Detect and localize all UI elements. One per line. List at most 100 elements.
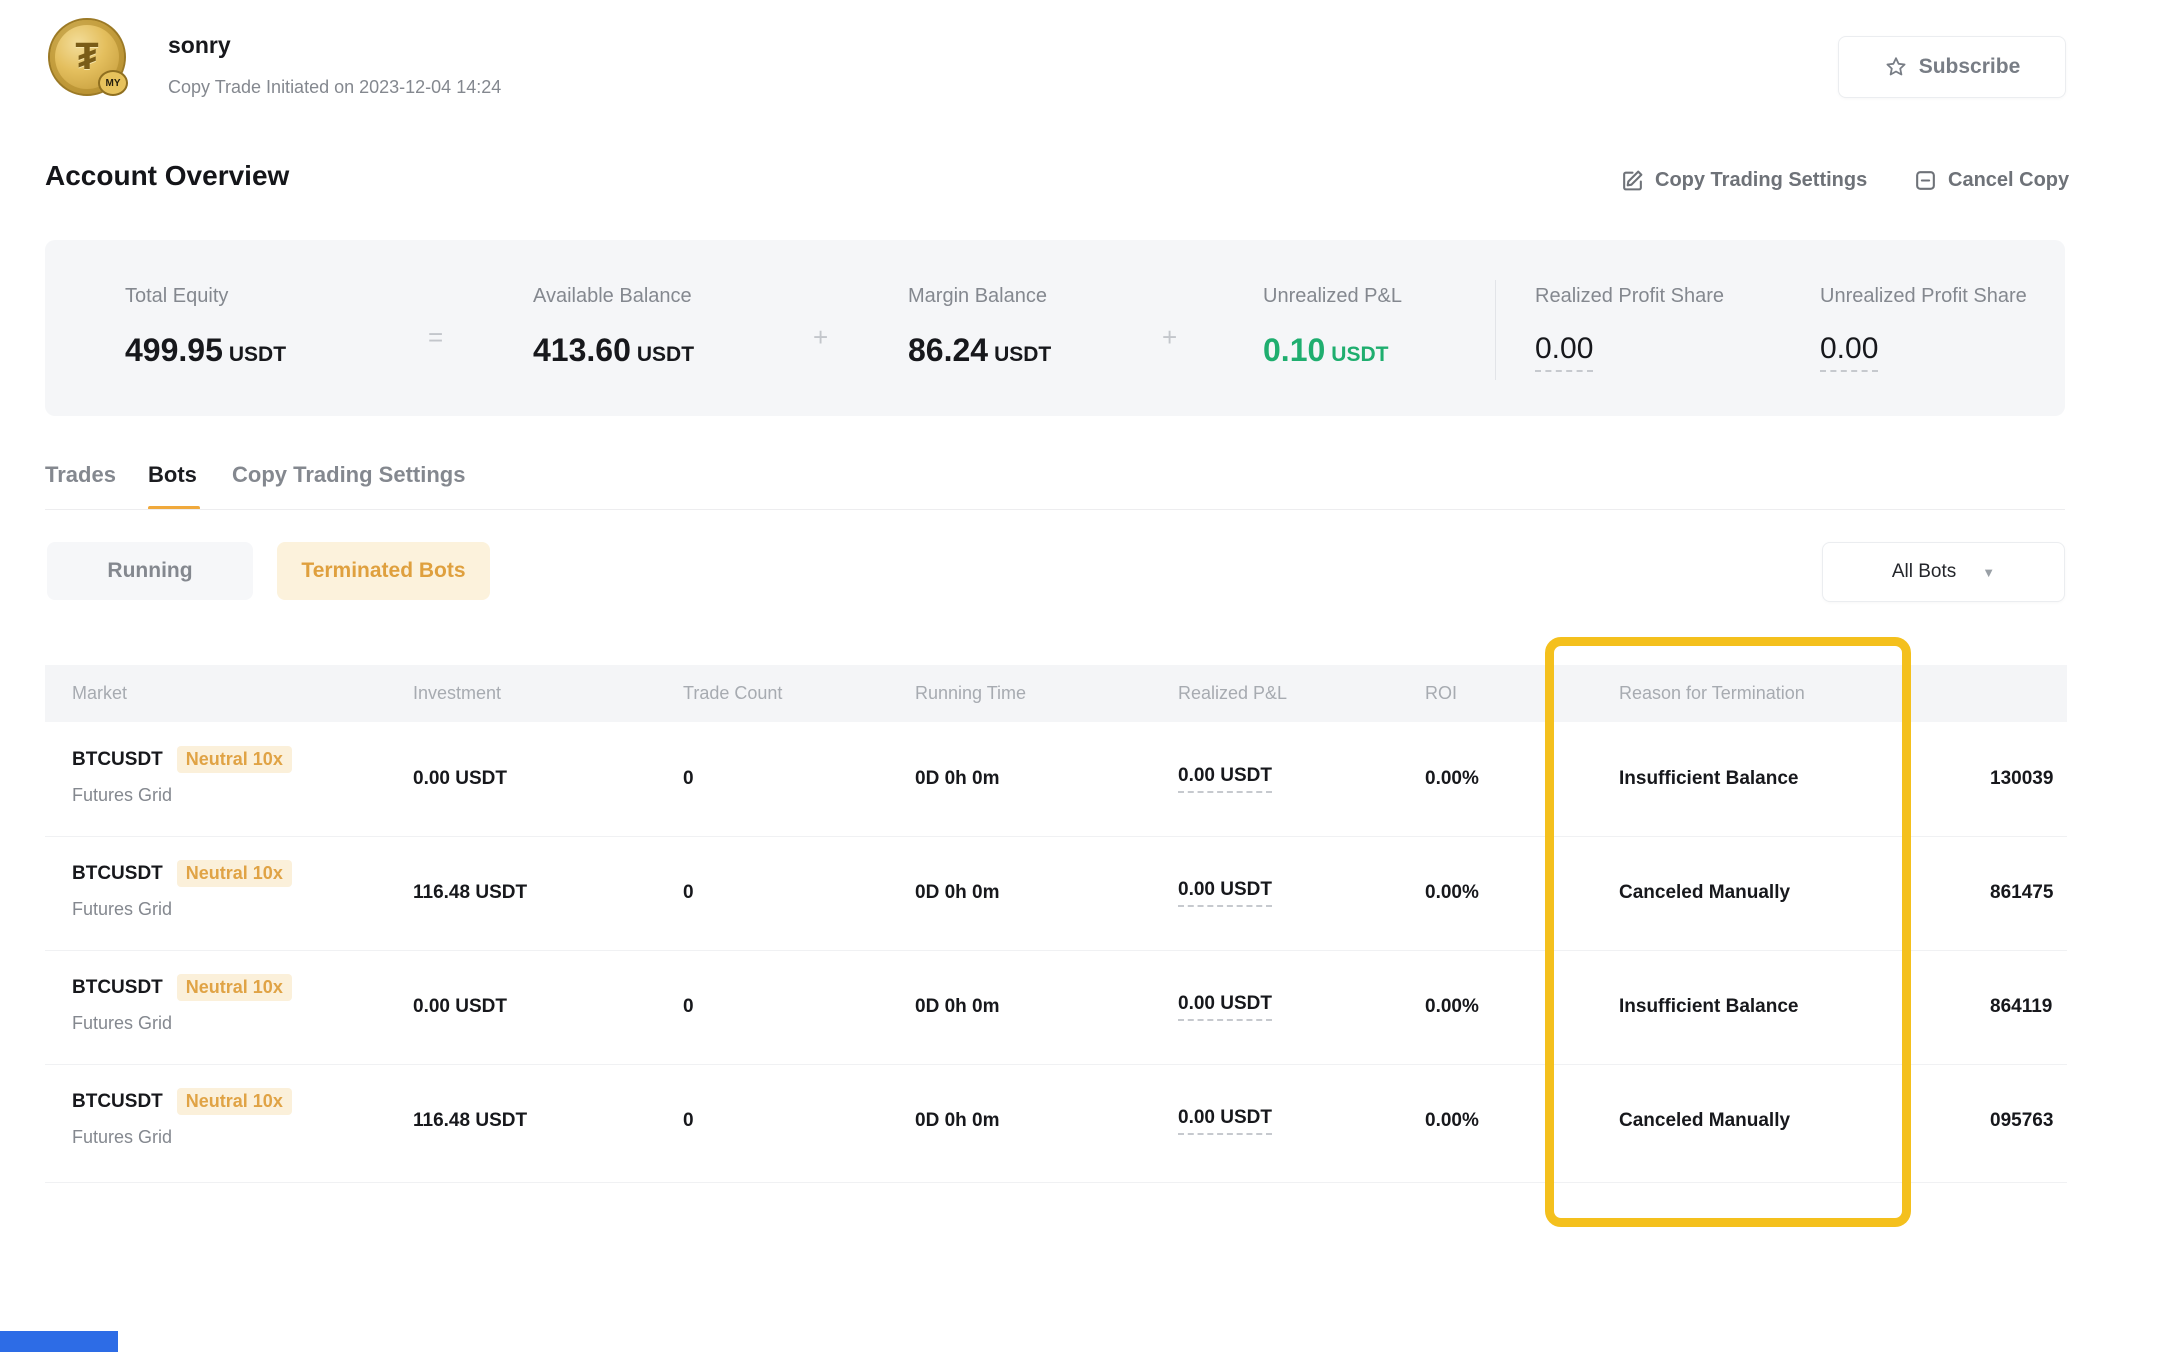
termination-reason-cell: Canceled Manually — [1619, 1064, 1790, 1178]
running-time-cell: 0D 0h 0m — [915, 836, 999, 950]
stat-value: 413.60 — [533, 332, 631, 368]
copy-trade-initiated-text: Copy Trade Initiated on 2023-12-04 14:24 — [168, 77, 501, 98]
realized-pnl-cell: 0.00 USDT — [1178, 836, 1272, 950]
col-investment: Investment — [413, 665, 501, 722]
leverage-badge: Neutral 10x — [177, 1088, 292, 1115]
tab-copy-trading-settings[interactable]: Copy Trading Settings — [232, 462, 465, 488]
market-symbol: BTCUSDT — [72, 749, 163, 771]
stat-value: 0.10 — [1263, 332, 1325, 368]
stat-label: Realized Profit Share — [1535, 285, 1724, 308]
tab-trades[interactable]: Trades — [45, 462, 116, 488]
minus-square-icon — [1913, 168, 1938, 193]
realized-pnl-cell: 0.00 USDT — [1178, 950, 1272, 1064]
stat-label: Unrealized P&L — [1263, 285, 1402, 308]
stat-value: 499.95 — [125, 332, 223, 368]
stat-unit: USDT — [229, 343, 286, 366]
leverage-badge: Neutral 10x — [177, 974, 292, 1001]
bot-type: Futures Grid — [72, 785, 172, 806]
bot-id-cell: 864119 — [1990, 950, 2067, 1064]
table-header-row: Market Investment Trade Count Running Ti… — [45, 665, 2067, 722]
roi-cell: 0.00% — [1425, 950, 1479, 1064]
col-reason: Reason for Termination — [1619, 665, 1805, 722]
termination-reason-cell: Insufficient Balance — [1619, 722, 1799, 836]
avatar-country-badge: MY — [98, 70, 128, 96]
stat-unit: USDT — [994, 343, 1051, 366]
stat-label: Available Balance — [533, 285, 692, 308]
stat-value: 0.00 — [1820, 332, 1878, 365]
table-row[interactable]: BTCUSDT Neutral 10x Futures Grid 116.48 … — [45, 836, 2067, 950]
stat-label: Total Equity — [125, 285, 228, 308]
stat-value: 86.24 — [908, 332, 988, 368]
table-row[interactable]: BTCUSDT Neutral 10x Futures Grid 0.00 US… — [45, 722, 2067, 836]
copy-trading-page: ₮ MY sonry Copy Trade Initiated on 2023-… — [0, 0, 2170, 1352]
stat-label: Unrealized Profit Share — [1820, 285, 2027, 308]
tab-bots[interactable]: Bots — [148, 462, 197, 488]
roi-cell: 0.00% — [1425, 722, 1479, 836]
tabs-divider — [45, 509, 2065, 510]
realized-pnl-cell: 0.00 USDT — [1178, 1064, 1272, 1178]
roi-cell: 0.00% — [1425, 1064, 1479, 1178]
copy-trading-settings-button[interactable]: Copy Trading Settings — [1620, 168, 1867, 193]
bot-id-cell: 130039 — [1990, 722, 2067, 836]
bot-id-cell: 095763 — [1990, 1064, 2067, 1178]
cancel-copy-button[interactable]: Cancel Copy — [1913, 168, 2069, 193]
bot-type: Futures Grid — [72, 1127, 172, 1148]
trade-count-cell: 0 — [683, 836, 694, 950]
investment-cell: 0.00 USDT — [413, 722, 507, 836]
bot-type: Futures Grid — [72, 1013, 172, 1034]
all-bots-dropdown[interactable]: All Bots ▼ — [1822, 542, 2065, 602]
stat-unit: USDT — [637, 343, 694, 366]
terminated-bots-filter-button[interactable]: Terminated Bots — [277, 542, 490, 600]
stat-unit: USDT — [1331, 343, 1388, 366]
stat-label: Margin Balance — [908, 285, 1047, 308]
realized-pnl-cell: 0.00 USDT — [1178, 722, 1272, 836]
leverage-badge: Neutral 10x — [177, 746, 292, 773]
table-row[interactable]: BTCUSDT Neutral 10x Futures Grid 116.48 … — [45, 1064, 2067, 1178]
col-roi: ROI — [1425, 665, 1457, 722]
chevron-down-icon: ▼ — [1982, 565, 1995, 580]
investment-cell: 116.48 USDT — [413, 1064, 527, 1178]
plus-operator: + — [1162, 322, 1177, 353]
running-filter-button[interactable]: Running — [47, 542, 253, 600]
trade-count-cell: 0 — [683, 950, 694, 1064]
running-time-cell: 0D 0h 0m — [915, 1064, 999, 1178]
market-symbol: BTCUSDT — [72, 977, 163, 999]
col-running-time: Running Time — [915, 665, 1026, 722]
all-bots-value: All Bots — [1892, 561, 1956, 583]
trade-count-cell: 0 — [683, 1064, 694, 1178]
plus-operator: + — [813, 322, 828, 353]
row-divider — [45, 1182, 2067, 1183]
roi-cell: 0.00% — [1425, 836, 1479, 950]
leverage-badge: Neutral 10x — [177, 860, 292, 887]
running-time-cell: 0D 0h 0m — [915, 950, 999, 1064]
equals-operator: = — [428, 322, 443, 353]
subscribe-button[interactable]: Subscribe — [1838, 36, 2066, 98]
star-icon — [1884, 55, 1908, 79]
investment-cell: 116.48 USDT — [413, 836, 527, 950]
running-time-cell: 0D 0h 0m — [915, 722, 999, 836]
bots-table: Market Investment Trade Count Running Ti… — [45, 665, 2067, 1210]
cancel-copy-label: Cancel Copy — [1948, 169, 2069, 192]
trader-name: sonry — [168, 32, 231, 59]
edit-icon — [1620, 168, 1645, 193]
trade-count-cell: 0 — [683, 722, 694, 836]
table-row[interactable]: BTCUSDT Neutral 10x Futures Grid 0.00 US… — [45, 950, 2067, 1064]
page-title: Account Overview — [45, 160, 289, 192]
market-symbol: BTCUSDT — [72, 863, 163, 885]
stat-value: 0.00 — [1535, 332, 1593, 365]
bottom-left-blue-strip — [0, 1331, 118, 1352]
bot-type: Futures Grid — [72, 899, 172, 920]
market-symbol: BTCUSDT — [72, 1091, 163, 1113]
copy-trading-settings-label: Copy Trading Settings — [1655, 169, 1867, 192]
termination-reason-cell: Insufficient Balance — [1619, 950, 1799, 1064]
subscribe-label: Subscribe — [1919, 55, 2021, 79]
trader-avatar: ₮ MY — [48, 18, 126, 96]
col-realized-pnl: Realized P&L — [1178, 665, 1287, 722]
investment-cell: 0.00 USDT — [413, 950, 507, 1064]
account-overview-panel: Total Equity 499.95 USDT = Available Bala… — [45, 240, 2065, 416]
bot-id-cell: 861475 — [1990, 836, 2067, 950]
termination-reason-cell: Canceled Manually — [1619, 836, 1790, 950]
col-market: Market — [72, 665, 127, 722]
col-trade-count: Trade Count — [683, 665, 782, 722]
stats-divider — [1495, 280, 1496, 380]
